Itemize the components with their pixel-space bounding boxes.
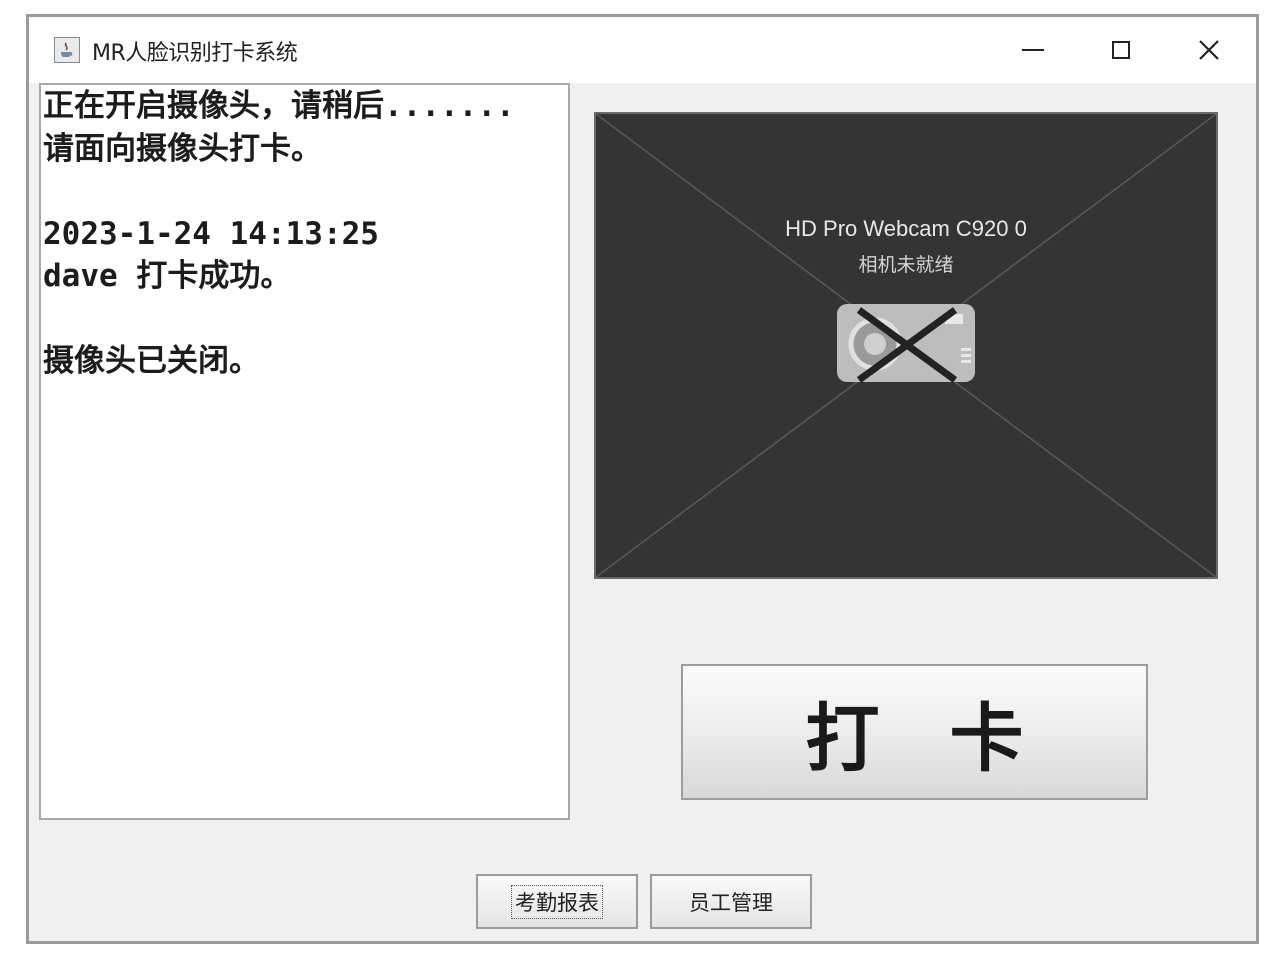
minimize-icon: [1022, 49, 1044, 51]
window-title: MR人脸识别打卡系统: [92, 41, 298, 66]
log-line: 请面向摄像头打卡。: [43, 130, 322, 167]
log-line: 2023-1-24 14:13:25: [43, 215, 379, 252]
log-line: 摄像头已关闭。: [43, 343, 260, 379]
log-line: dave 打卡成功。: [43, 258, 292, 294]
app-window: MR人脸识别打卡系统 正在开启摄像头，请稍后....... 请面向摄像头打卡。 …: [26, 14, 1259, 944]
maximize-button[interactable]: [1077, 17, 1165, 83]
staff-management-label: 员工管理: [689, 890, 773, 915]
maximize-icon: [1112, 41, 1130, 59]
log-line: 正在开启摄像头，请稍后.......: [43, 88, 515, 124]
close-icon: [1199, 40, 1219, 60]
attendance-report-label: 考勤报表: [511, 884, 603, 919]
camera-status: 相机未就绪: [858, 254, 954, 276]
attendance-report-button[interactable]: 考勤报表: [476, 874, 638, 929]
staff-management-button[interactable]: 员工管理: [650, 874, 812, 929]
title-bar[interactable]: MR人脸识别打卡系统: [29, 17, 1256, 83]
camera-preview: HD Pro Webcam C920 0 相机未就绪: [594, 112, 1218, 579]
log-textarea[interactable]: 正在开启摄像头，请稍后....... 请面向摄像头打卡。 2023-1-24 1…: [39, 83, 570, 820]
camera-device-name: HD Pro Webcam C920 0: [785, 216, 1027, 241]
punch-in-button[interactable]: 打卡: [681, 664, 1148, 800]
minimize-button[interactable]: [989, 17, 1077, 83]
java-app-icon: [54, 37, 80, 63]
close-button[interactable]: [1165, 17, 1253, 83]
camera-unavailable-icon: [837, 304, 975, 383]
